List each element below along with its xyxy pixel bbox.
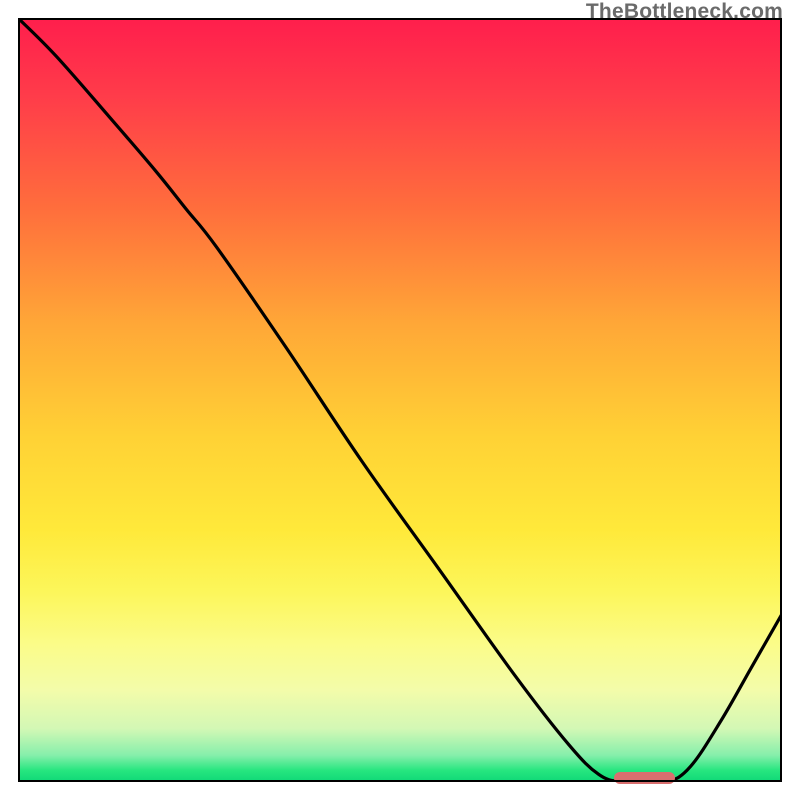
chart-container: TheBottleneck.com — [0, 0, 800, 800]
optimal-range-marker — [614, 772, 675, 784]
watermark-text: TheBottleneck.com — [586, 0, 783, 24]
plot-gradient-background — [18, 18, 782, 782]
